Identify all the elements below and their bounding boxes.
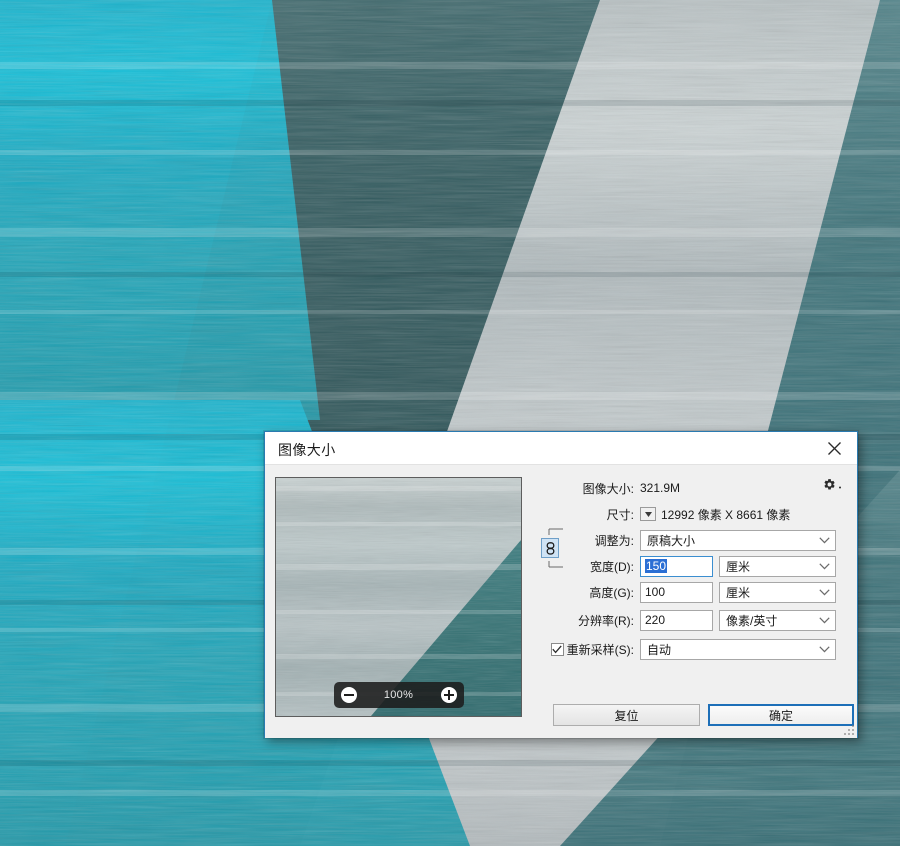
dimensions-value: 12992 像素 X 8661 像素 [661,507,791,522]
fit-to-row: 调整为: 原稿大小 [533,527,849,553]
dimensions-units-dropdown[interactable] [640,507,656,521]
width-row: 宽度(D): 150 厘米 [533,553,849,579]
close-button[interactable] [813,432,855,464]
resample-label-wrap: 重新采样(S): [535,641,640,658]
ok-button[interactable]: 确定 [708,704,854,726]
resolution-input[interactable]: 220 [640,609,713,631]
width-unit-select[interactable]: 厘米 [719,555,836,577]
zoom-level-label: 100% [383,689,414,701]
image-preview[interactable]: 100% [275,477,522,717]
resample-select[interactable]: 自动 [640,638,836,660]
dimensions-label: 尺寸: [606,507,634,522]
screen: 图像大小 100% 图像大小: 321.9M 尺寸: 12992 像素 X 86… [0,0,900,846]
dialog-titlebar[interactable]: 图像大小 [265,432,857,465]
chevron-down-icon [819,562,830,569]
resample-label: 重新采样(S): [566,642,634,657]
zoom-in-button[interactable] [440,687,457,703]
dialog-title: 图像大小 [278,442,336,458]
dialog-footer: 复位 确定 [265,704,857,728]
fit-to-value: 原稿大小 [647,533,696,548]
chevron-down-icon [644,511,652,517]
height-unit-value: 厘米 [726,585,751,600]
gear-icon [824,479,835,490]
width-label: 宽度(D): [590,559,634,574]
dimensions-row: 尺寸: 12992 像素 X 8661 像素 [533,501,849,527]
image-size-value: 321.9M [640,481,681,495]
resolution-row: 分辨率(R): 220 像素/英寸 [533,607,849,633]
height-input[interactable]: 100 [640,581,713,603]
resize-grip-icon[interactable] [844,725,855,736]
width-unit-value: 厘米 [726,559,751,574]
fit-to-select[interactable]: 原稿大小 [640,529,836,551]
close-icon [827,441,841,455]
image-size-dialog: 图像大小 100% 图像大小: 321.9M 尺寸: 12992 像素 X 86… [264,431,858,738]
image-size-info-row: 图像大小: 321.9M [533,475,849,501]
chevron-down-icon [839,486,841,488]
chevron-down-icon [819,536,830,543]
image-size-label: 图像大小: [582,481,634,496]
chevron-down-icon [819,645,830,652]
width-input[interactable]: 150 [640,555,713,577]
resolution-value: 220 [645,613,666,627]
width-value: 150 [645,559,668,573]
dialog-body: 100% 图像大小: 321.9M 尺寸: 12992 像素 X 8661 像素… [265,465,857,738]
height-unit-select[interactable]: 厘米 [719,581,836,603]
chevron-down-icon [819,616,830,623]
resample-row: 重新采样(S): 自动 [533,636,849,662]
chevron-down-icon [819,588,830,595]
settings-gear-button[interactable] [823,478,843,491]
resolution-label: 分辨率(R): [578,613,634,628]
reset-button[interactable]: 复位 [553,704,700,726]
resample-checkbox[interactable] [550,642,564,656]
resolution-unit-value: 像素/英寸 [726,613,778,628]
zoom-out-button[interactable] [340,687,357,703]
height-row: 高度(G): 100 厘米 [533,579,849,605]
resolution-unit-select[interactable]: 像素/英寸 [719,609,836,631]
height-value: 100 [645,585,666,599]
height-label: 高度(G): [589,585,634,600]
checkmark-icon [552,644,562,653]
resample-value: 自动 [647,642,672,657]
image-size-form: 图像大小: 321.9M 尺寸: 12992 像素 X 8661 像素 调整为:… [533,475,849,738]
